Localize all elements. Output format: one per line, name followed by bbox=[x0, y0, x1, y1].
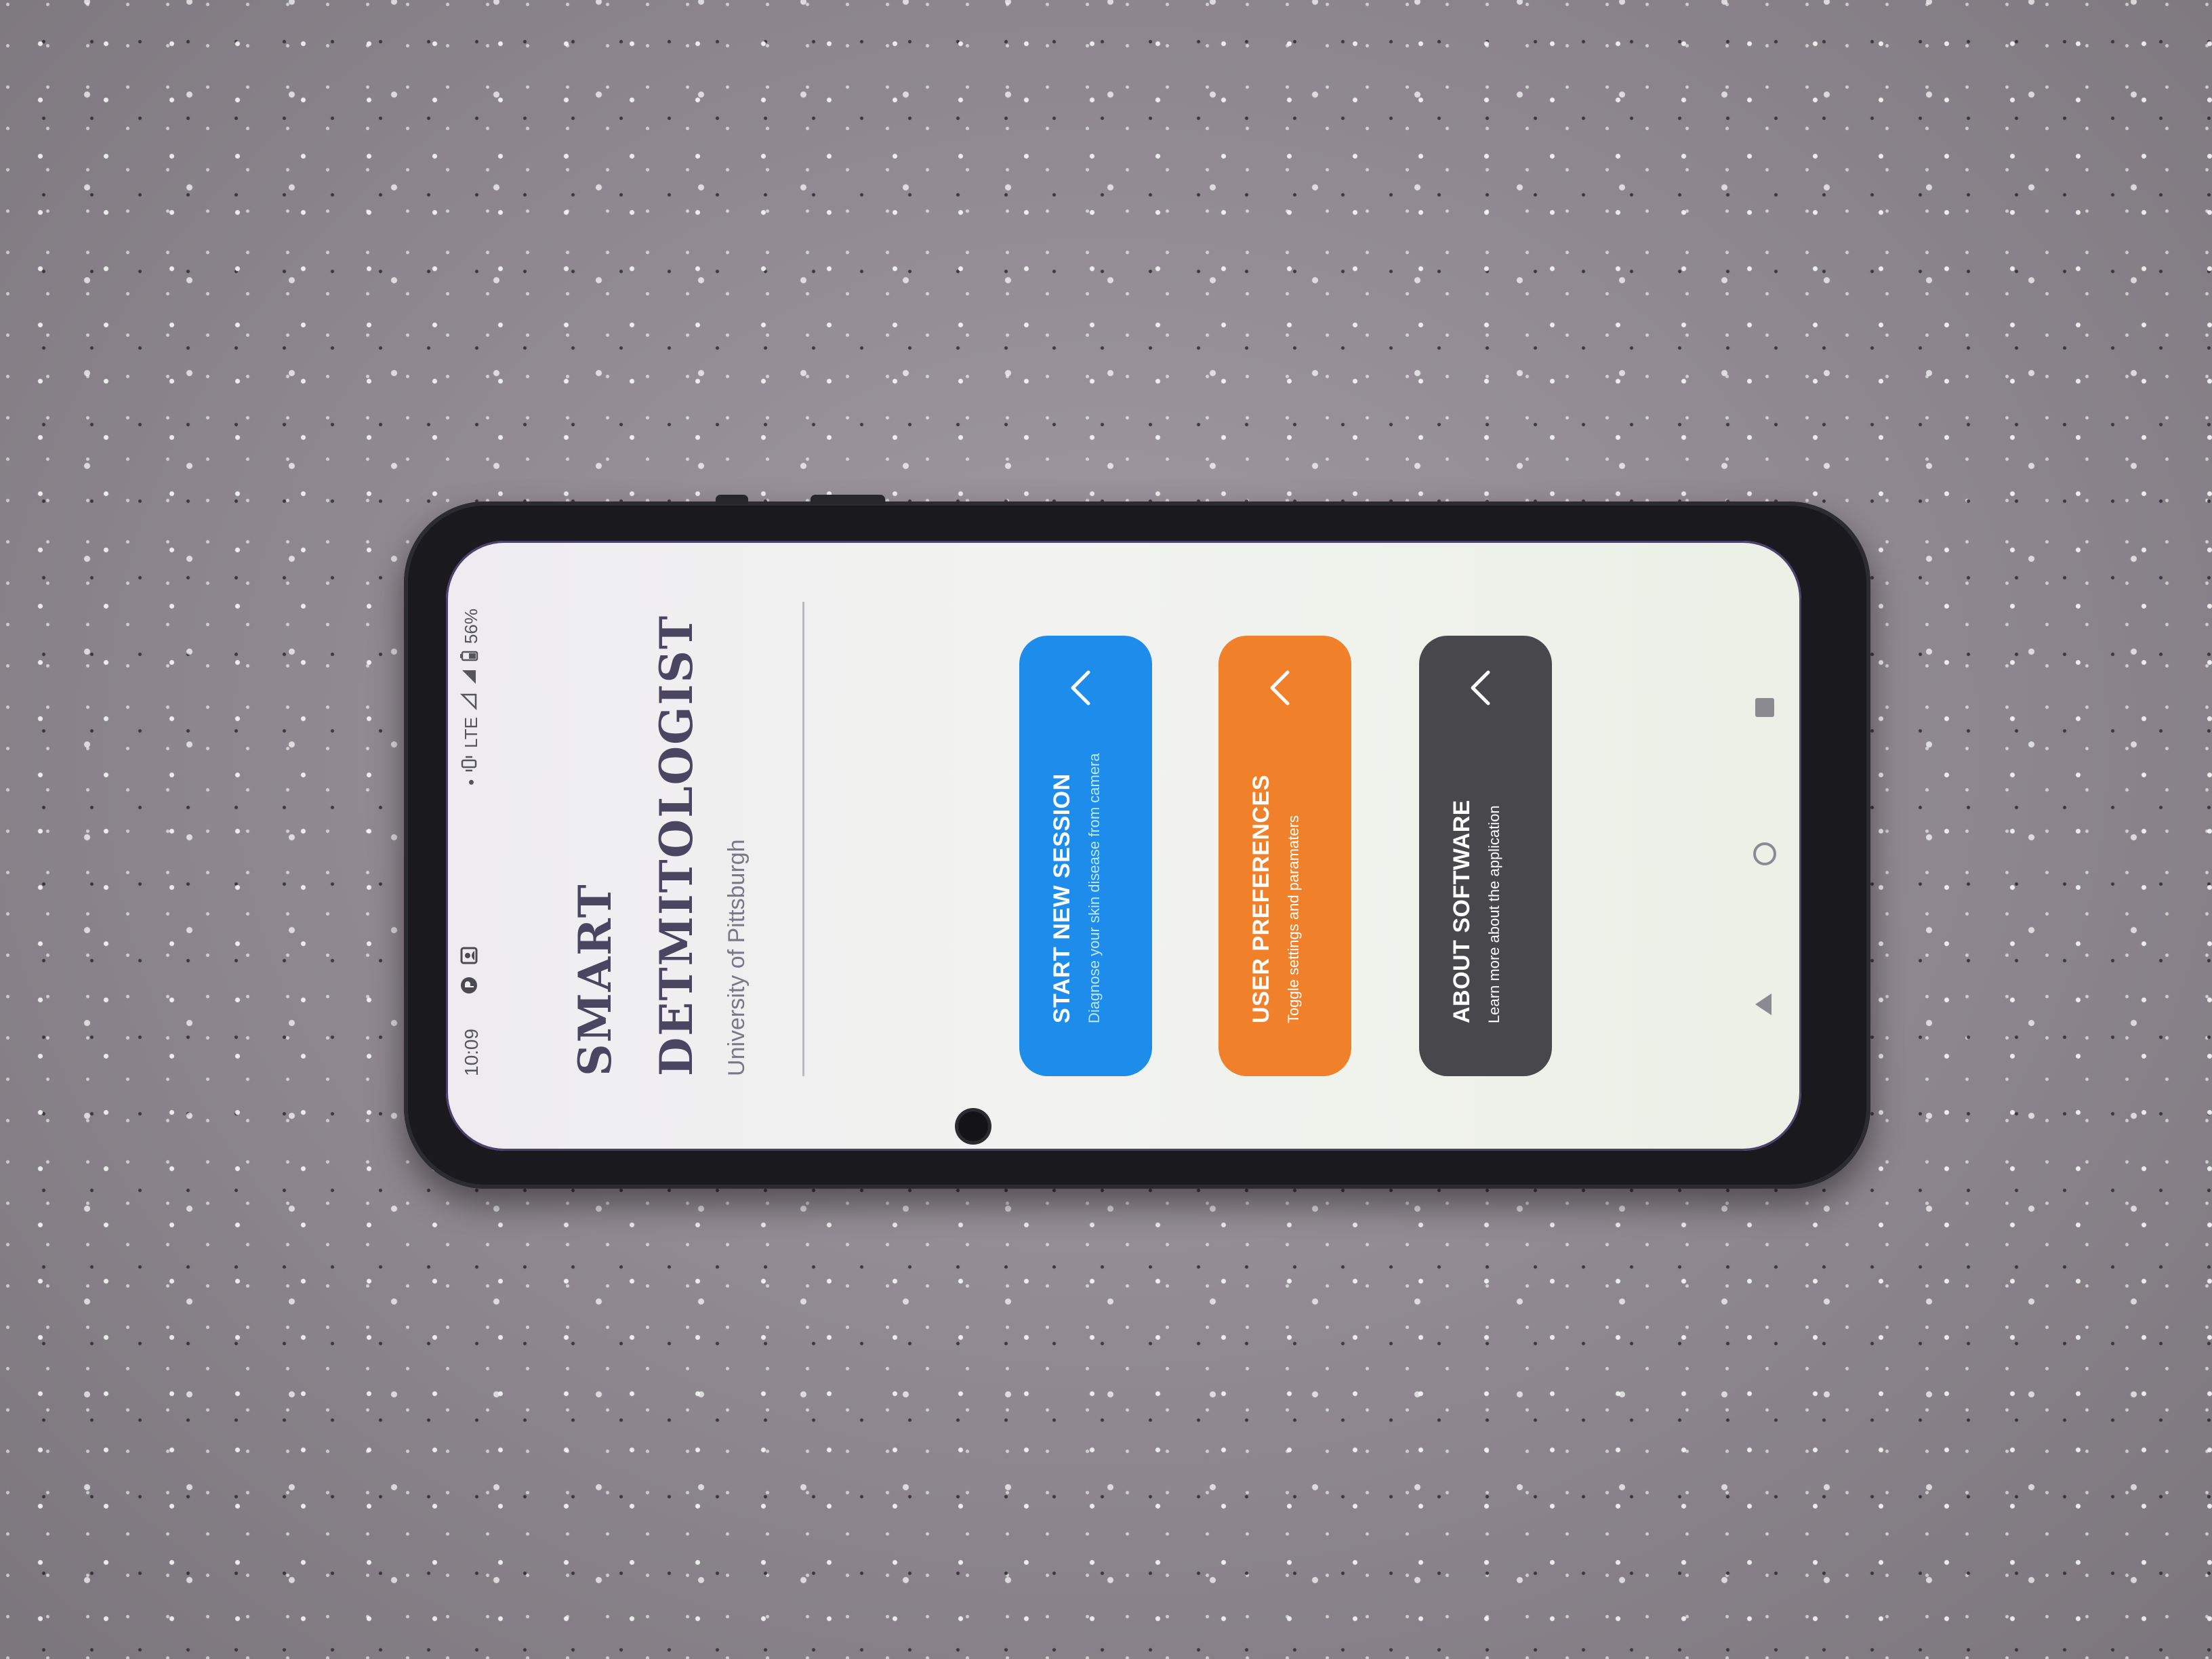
back-icon[interactable] bbox=[1751, 991, 1778, 1018]
app-subtitle: University of Pittsburgh bbox=[724, 839, 750, 1076]
photo-notification-icon bbox=[459, 946, 478, 965]
app-title-line1: SMART bbox=[569, 883, 621, 1076]
network-type: LTE bbox=[461, 717, 481, 748]
start-new-session-button[interactable]: START NEW SESSION Diagnose your skin dis… bbox=[1019, 636, 1152, 1076]
phone-screen: 10:09 • LTE 56% SMART DETMITOLOGIST Univ… bbox=[446, 541, 1801, 1151]
front-camera bbox=[958, 1111, 988, 1141]
phone-side-button bbox=[811, 495, 885, 504]
card-title: START NEW SESSION bbox=[1049, 773, 1075, 1023]
card-subtitle: Diagnose your skin disease from camera bbox=[1086, 753, 1103, 1023]
recents-icon[interactable] bbox=[1751, 694, 1778, 721]
card-subtitle: Toggle settings and paramaters bbox=[1285, 815, 1302, 1023]
app-content: 10:09 • LTE 56% SMART DETMITOLOGIST Univ… bbox=[446, 541, 1801, 1151]
vibrate-icon bbox=[460, 755, 483, 773]
chevron-up-icon bbox=[1071, 670, 1090, 705]
app-title-block: SMART DETMITOLOGIST University of Pittsb… bbox=[554, 602, 750, 1076]
phone-device: 10:09 • LTE 56% SMART DETMITOLOGIST Univ… bbox=[404, 495, 1870, 1189]
status-bar: 10:09 • LTE 56% bbox=[446, 541, 496, 1151]
navigation-bar bbox=[1720, 541, 1801, 1151]
app-title-line2: DETMITOLOGIST bbox=[650, 614, 703, 1076]
home-icon[interactable] bbox=[1751, 840, 1778, 867]
chevron-up-icon bbox=[1471, 670, 1490, 705]
about-software-button[interactable]: ABOUT SOFTWARE Learn more about the appl… bbox=[1419, 636, 1552, 1076]
card-title: USER PREFERENCES bbox=[1248, 775, 1274, 1023]
status-right-group: • LTE 56% bbox=[459, 609, 483, 785]
status-time: 10:09 bbox=[461, 1028, 482, 1076]
user-preferences-button[interactable]: USER PREFERENCES Toggle settings and par… bbox=[1218, 636, 1351, 1076]
title-divider bbox=[802, 602, 804, 1076]
battery-icon bbox=[459, 651, 483, 661]
chevron-up-icon bbox=[1270, 670, 1290, 705]
notification-app-icon bbox=[459, 976, 478, 995]
card-subtitle: Learn more about the application bbox=[1486, 805, 1502, 1023]
battery-percent: 56% bbox=[461, 609, 481, 644]
card-title: ABOUT SOFTWARE bbox=[1449, 800, 1475, 1023]
dot-icon: • bbox=[461, 779, 481, 785]
signal-icon bbox=[459, 693, 483, 711]
signal-icon bbox=[460, 668, 483, 686]
phone-side-button bbox=[716, 495, 748, 504]
